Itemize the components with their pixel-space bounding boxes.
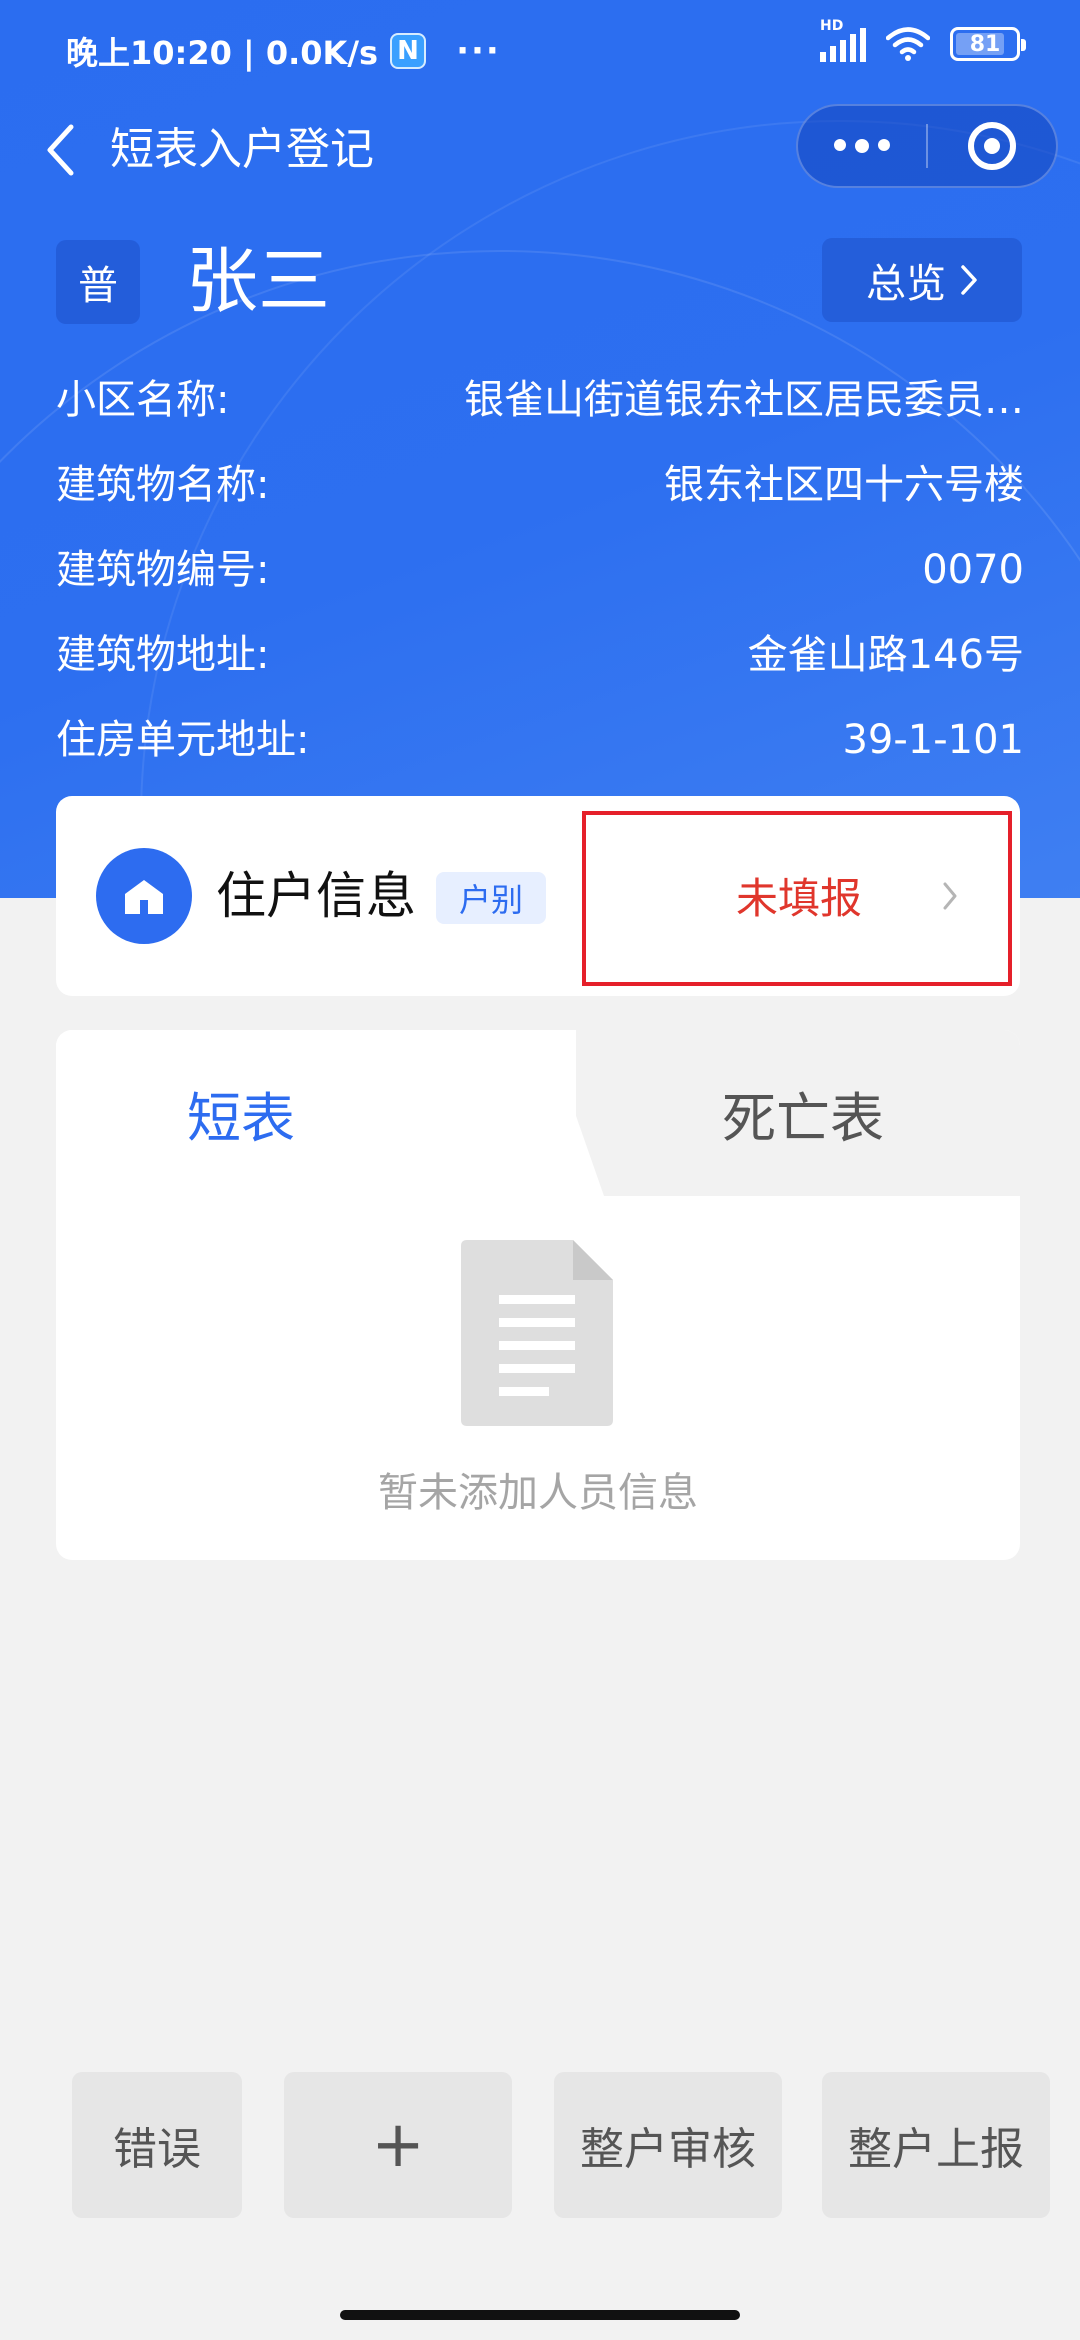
house-icon (96, 848, 192, 944)
tab-label: 死亡表 (722, 1086, 884, 1150)
household-audit-button[interactable]: 整户审核 (554, 2072, 782, 2218)
battery-icon: 81 (950, 27, 1026, 61)
info-label: 建筑物名称: (56, 462, 270, 508)
miniprogram-capsule (796, 104, 1058, 188)
resident-type-badge: 普 (56, 240, 140, 324)
back-button[interactable] (30, 120, 90, 180)
person-name: 张三 (186, 239, 331, 323)
chevron-left-icon (47, 124, 74, 176)
document-icon (461, 1240, 613, 1426)
info-row-community: 小区名称: 银雀山街道银东社区居民委员… (56, 370, 1024, 455)
forms-card: 死亡表 短表 暂未添加人员信息 (56, 1030, 1020, 1560)
target-icon (967, 122, 1016, 170)
chevron-right-icon (961, 265, 977, 295)
page-title: 短表入户登记 (110, 124, 374, 175)
info-value: 金雀山路146号 (747, 632, 1024, 678)
overview-label: 总览 (866, 261, 946, 307)
nav-bar: 短表入户登记 (0, 100, 1080, 200)
household-status-text: 未填报 (736, 874, 863, 923)
building-info-list: 小区名称: 银雀山街道银东社区居民委员… 建筑物名称: 银东社区四十六号楼 建筑… (56, 370, 1024, 795)
overview-button[interactable]: 总览 (822, 238, 1022, 322)
info-row-unit-address: 住房单元地址: 39-1-101 (56, 710, 1024, 795)
signal-icon: HD (820, 18, 866, 62)
info-value: 银东社区四十六号楼 (664, 462, 1024, 508)
wifi-icon (886, 27, 930, 61)
info-label: 住房单元地址: (56, 717, 310, 763)
status-bar: 晚上10:20 | 0.0K/s N ··· HD 81 (0, 0, 1080, 96)
household-report-button[interactable]: 整户上报 (822, 2072, 1050, 2218)
empty-state-text: 暂未添加人员信息 (378, 1470, 698, 1516)
battery-level: 81 (969, 31, 1001, 57)
n-app-icon: N (390, 33, 427, 69)
household-type-tag: 户别 (436, 872, 546, 924)
hd-label: HD (820, 18, 844, 34)
add-person-button[interactable]: + (284, 2072, 512, 2218)
tabs: 死亡表 短表 (56, 1030, 1020, 1196)
info-row-building-name: 建筑物名称: 银东社区四十六号楼 (56, 455, 1024, 540)
more-button[interactable] (798, 106, 926, 186)
chevron-right-icon (943, 882, 957, 910)
info-row-building-address: 建筑物地址: 金雀山路146号 (56, 625, 1024, 710)
tab-death-form[interactable]: 死亡表 (546, 1030, 1020, 1196)
more-dots-icon (834, 139, 890, 153)
info-row-building-number: 建筑物编号: 0070 (56, 540, 1024, 625)
info-value: 0070 (922, 547, 1024, 593)
status-time-speed: 晚上10:20 | 0.0K/s (66, 34, 379, 72)
info-label: 建筑物编号: (56, 547, 270, 593)
home-indicator[interactable] (340, 2310, 740, 2320)
household-info-label: 住户信息 (216, 867, 416, 925)
status-right: HD 81 (820, 18, 1026, 62)
info-label: 建筑物地址: (56, 632, 270, 678)
error-button[interactable]: 错误 (72, 2072, 242, 2218)
more-notifications-icon: ··· (456, 31, 501, 71)
tab-label: 短表 (187, 1086, 295, 1150)
info-value: 39-1-101 (842, 717, 1024, 763)
household-info-card: 住户信息 户别 未填报 (56, 796, 1020, 996)
info-label: 小区名称: (56, 377, 230, 423)
household-status-link[interactable]: 未填报 (582, 811, 1012, 986)
close-miniprogram-button[interactable] (928, 106, 1056, 186)
status-left: 晚上10:20 | 0.0K/s N ··· (66, 28, 501, 74)
tab-short-form[interactable]: 短表 (56, 1030, 576, 1196)
info-value: 银雀山街道银东社区居民委员… (464, 377, 1024, 423)
